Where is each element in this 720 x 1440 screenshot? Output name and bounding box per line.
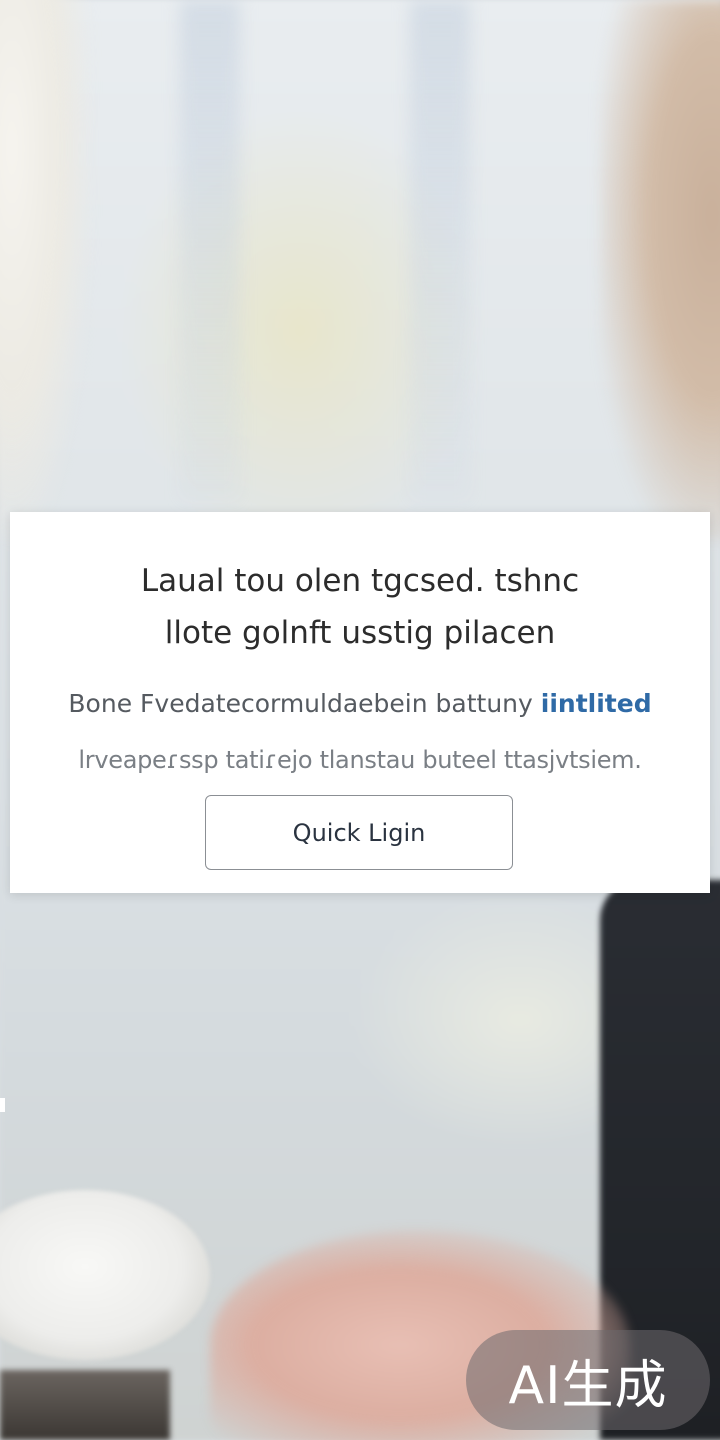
person-right-hair (600, 0, 720, 540)
dialog-title-line2: llote golnft usstig pilacen (164, 615, 556, 651)
dialog-body-link[interactable]: iintlited (541, 689, 652, 718)
edge-handle (0, 1098, 5, 1112)
person-left-shoulder (0, 0, 90, 540)
dialog-body-line1-text: Bone Fvedatecormuldaebein battuny (68, 689, 541, 718)
dialog-title: Laual tou olen tgcsed. tshnc llote golnf… (0, 555, 720, 659)
quick-login-button[interactable]: Quick Ligin (205, 795, 513, 870)
watermark-label: AI生成 (508, 1355, 668, 1416)
table-object (0, 1370, 170, 1440)
dialog-title-line1: Laual tou olen tgcsed. tshnc (140, 563, 580, 599)
window-frame-left (180, 0, 240, 500)
window-frame-middle (410, 0, 470, 500)
dialog-body-line2: lrveapeɾssp tatiɾejo tlanstau buteel tta… (78, 746, 642, 774)
dialog-body-line1: Bone Fvedatecormuldaebein battuny iintli… (0, 676, 720, 732)
ai-generated-watermark: AI生成 (466, 1330, 710, 1430)
dialog-body: Bone Fvedatecormuldaebein battuny iintli… (0, 676, 720, 788)
quick-login-label: Quick Ligin (292, 818, 426, 847)
